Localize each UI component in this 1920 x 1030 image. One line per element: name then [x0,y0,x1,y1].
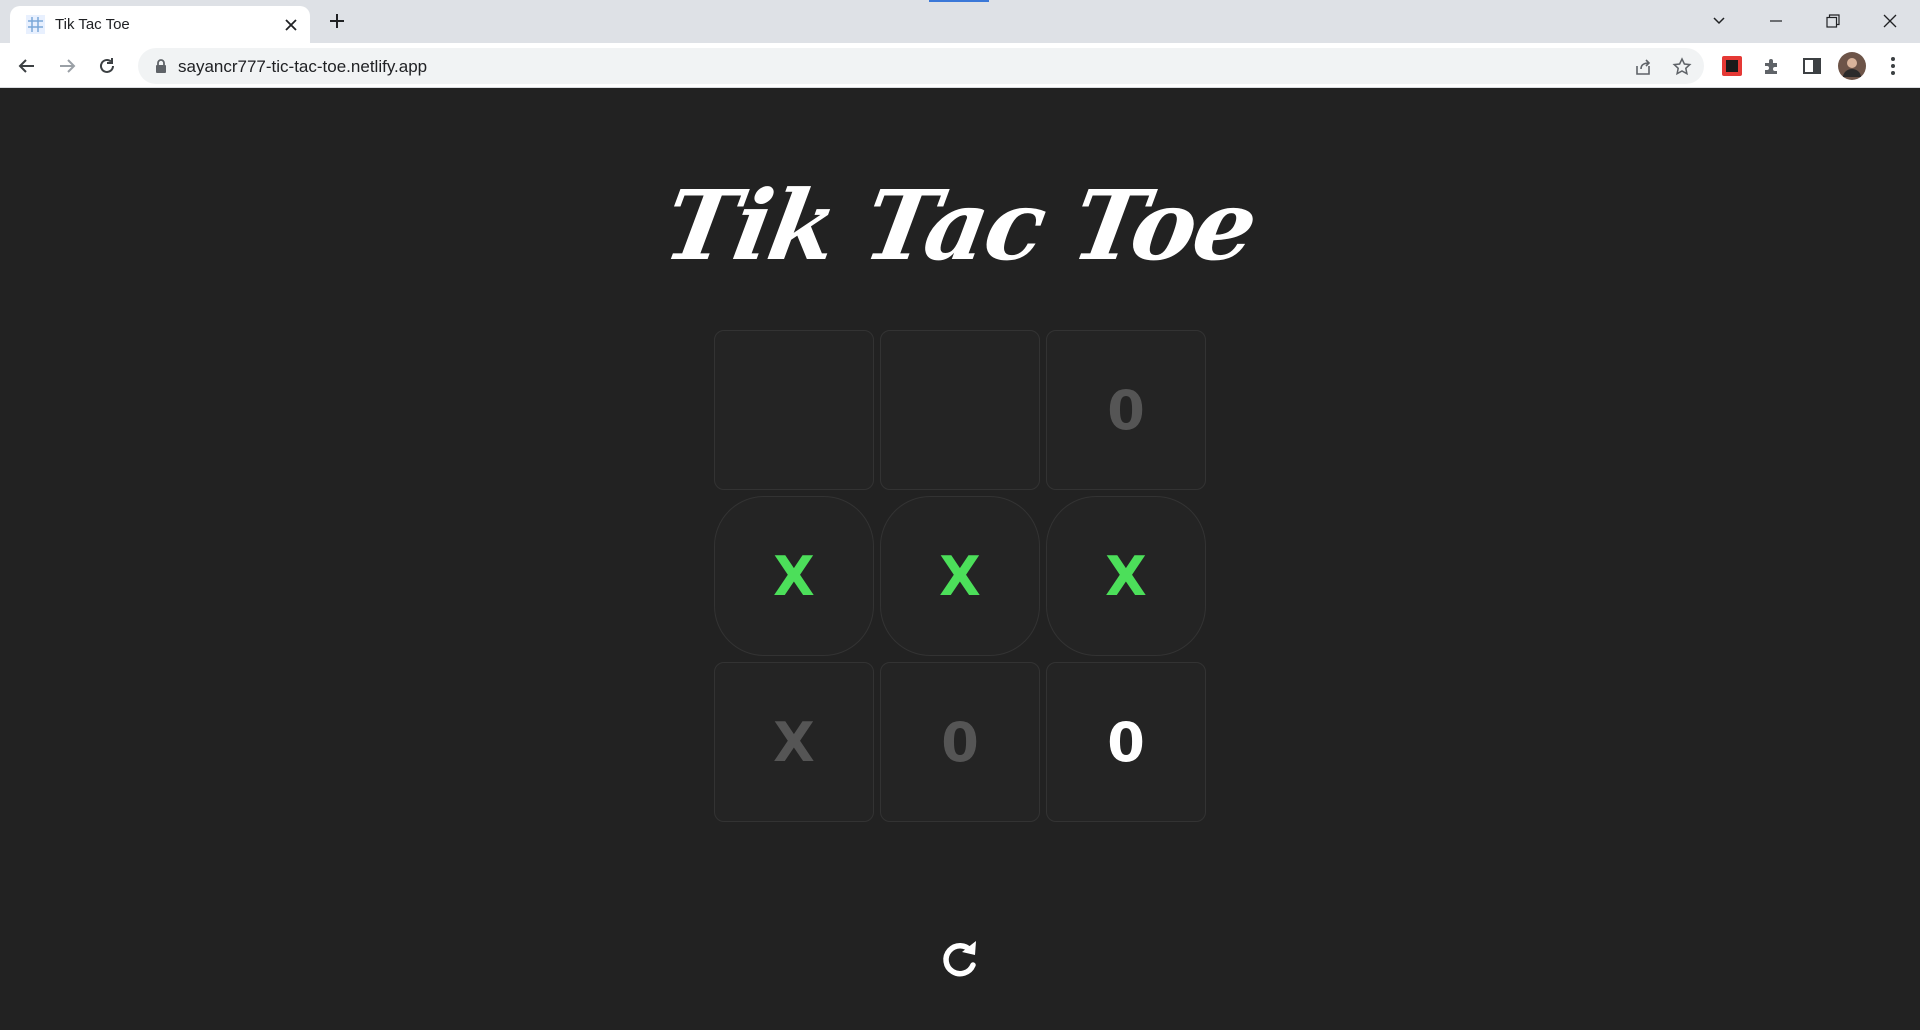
bookmark-star-icon[interactable] [1671,56,1693,78]
browser-titlebar: Tik Tac Toe [0,0,1920,43]
tab-title: Tik Tac Toe [55,16,130,33]
reset-icon [938,937,982,986]
page-title: Tik Tac Toe [656,169,1264,282]
board-cell-2-1[interactable]: X [714,496,874,656]
board-cell-3-1[interactable]: X [714,662,874,822]
tab-strip-indicator [929,0,989,2]
share-icon[interactable] [1632,56,1654,78]
back-arrow-icon[interactable] [13,52,41,80]
board-cell-2-2[interactable]: X [880,496,1040,656]
profile-avatar[interactable] [1838,52,1866,80]
close-window-icon[interactable] [1867,6,1913,36]
browser-toolbar: sayancr777-tic-tac-toe.netlify.app [0,43,1920,88]
board-cell-1-3[interactable]: 0 [1046,330,1206,490]
tic-tac-toe-favicon-icon [26,15,45,34]
board-cell-1-2[interactable] [880,330,1040,490]
new-tab-icon[interactable] [326,10,348,32]
forward-arrow-icon[interactable] [53,52,81,80]
reload-icon[interactable] [93,52,121,80]
browser-tab[interactable]: Tik Tac Toe [10,6,310,43]
reset-button[interactable] [937,938,983,984]
board-cell-3-3[interactable]: 0 [1046,662,1206,822]
tab-close-icon[interactable] [282,16,300,34]
board-cell-2-3[interactable]: X [1046,496,1206,656]
extension-red-icon[interactable] [1718,52,1746,80]
game-board: 0XXXX00 [714,330,1206,822]
lock-icon[interactable] [153,58,169,74]
menu-kebab-icon[interactable] [1879,52,1907,80]
tab-search-chevron-icon[interactable] [1696,6,1742,36]
game-page: Tik Tac Toe 0XXXX00 [0,89,1920,1030]
restore-icon[interactable] [1810,6,1856,36]
extensions-puzzle-icon[interactable] [1758,52,1786,80]
side-panel-icon[interactable] [1798,52,1826,80]
minimize-icon[interactable] [1753,6,1799,36]
url-text[interactable]: sayancr777-tic-tac-toe.netlify.app [178,57,427,77]
board-cell-3-2[interactable]: 0 [880,662,1040,822]
board-cell-1-1[interactable] [714,330,874,490]
address-bar[interactable]: sayancr777-tic-tac-toe.netlify.app [138,48,1704,84]
